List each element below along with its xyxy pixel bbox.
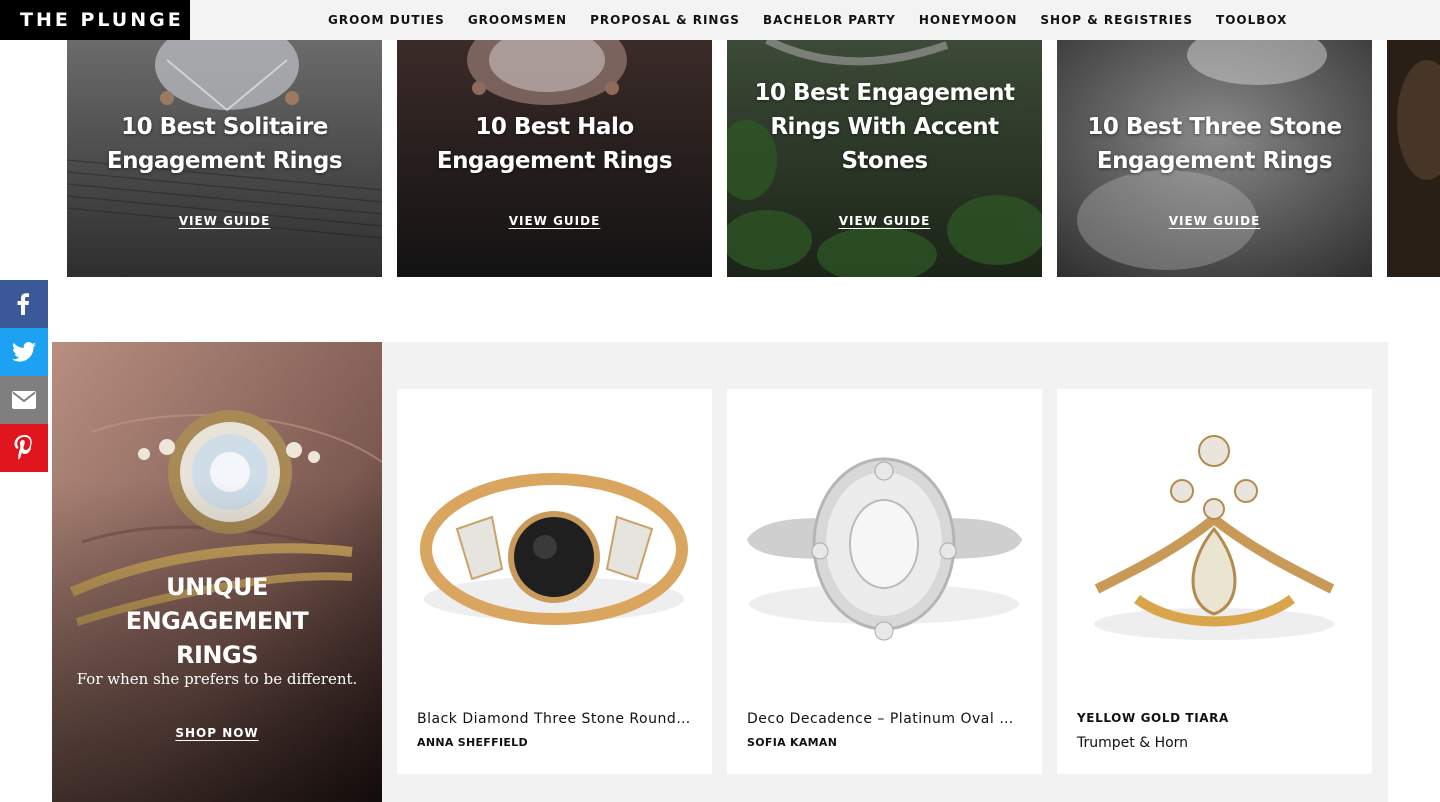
share-facebook-button[interactable] bbox=[0, 280, 48, 328]
view-guide-link[interactable]: VIEW GUIDE bbox=[1057, 214, 1372, 228]
site-logo[interactable]: THE PLUNGE bbox=[0, 0, 190, 40]
nav-toolbox[interactable]: TOOLBOX bbox=[1216, 13, 1287, 27]
view-guide-link[interactable]: VIEW GUIDE bbox=[727, 214, 1042, 228]
facebook-icon bbox=[17, 293, 29, 315]
nav-groom-duties[interactable]: GROOM DUTIES bbox=[328, 13, 445, 27]
product-card[interactable]: Deco Decadence – Platinum Oval Diamond R… bbox=[727, 389, 1042, 774]
guide-image-partial bbox=[1387, 40, 1440, 277]
shop-now-link[interactable]: SHOP NOW bbox=[52, 726, 382, 740]
email-icon bbox=[12, 391, 36, 409]
top-navigation-bar: THE PLUNGE GROOM DUTIES GROOMSMEN PROPOS… bbox=[0, 0, 1440, 40]
pinterest-icon bbox=[14, 435, 32, 460]
share-pinterest-button[interactable] bbox=[0, 424, 48, 472]
nav-shop-registries[interactable]: SHOP & REGISTRIES bbox=[1040, 13, 1193, 27]
main-nav: GROOM DUTIES GROOMSMEN PROPOSAL & RINGS … bbox=[328, 0, 1287, 40]
product-image-oval-diamond-ring bbox=[747, 457, 1022, 641]
guide-card-halo[interactable]: 10 Best Halo Engagement Rings VIEW GUIDE bbox=[397, 40, 712, 277]
guide-card-three-stone[interactable]: 10 Best Three Stone Engagement Rings VIEW… bbox=[1057, 40, 1372, 277]
product-name: Black Diamond Three Stone Round Engageme… bbox=[417, 711, 692, 727]
view-guide-link[interactable]: VIEW GUIDE bbox=[67, 214, 382, 228]
guide-title: 10 Best Halo Engagement Rings bbox=[436, 114, 673, 174]
nav-bachelor-party[interactable]: BACHELOR PARTY bbox=[763, 13, 896, 27]
nav-proposal-rings[interactable]: PROPOSAL & RINGS bbox=[590, 13, 740, 27]
product-name: YELLOW GOLD TIARA bbox=[1077, 711, 1229, 725]
guide-card-partial[interactable] bbox=[1387, 40, 1440, 277]
nav-groomsmen[interactable]: GROOMSMEN bbox=[468, 13, 567, 27]
product-image-black-diamond-ring bbox=[420, 473, 688, 625]
guide-card-solitaire[interactable]: 10 Best Solitaire Engagement Rings VIEW G… bbox=[67, 40, 382, 277]
product-brand: ANNA SHEFFIELD bbox=[417, 736, 528, 749]
guide-title: 10 Best Three Stone Engagement Rings bbox=[1087, 114, 1342, 174]
share-twitter-button[interactable] bbox=[0, 328, 48, 376]
twitter-icon bbox=[12, 342, 36, 362]
share-email-button[interactable] bbox=[0, 376, 48, 424]
product-brand: Trumpet & Horn bbox=[1077, 735, 1189, 751]
promo-title: UNIQUE ENGAGEMENT RINGS bbox=[125, 573, 309, 669]
product-image-tiara-ring bbox=[1094, 435, 1335, 640]
guide-title: 10 Best Engagement Rings With Accent Stone… bbox=[754, 80, 1015, 174]
product-card[interactable]: Black Diamond Three Stone Round Engageme… bbox=[397, 389, 712, 774]
product-name: Deco Decadence – Platinum Oval Diamond R… bbox=[747, 711, 1022, 727]
nav-honeymoon[interactable]: HONEYMOON bbox=[919, 13, 1018, 27]
product-brand: SOFIA KAMAN bbox=[747, 736, 838, 749]
guide-card-accent-stones[interactable]: 10 Best Engagement Rings With Accent Stone… bbox=[727, 40, 1042, 277]
guide-title: 10 Best Solitaire Engagement Rings bbox=[106, 114, 343, 174]
product-card[interactable]: YELLOW GOLD TIARA Trumpet & Horn bbox=[1057, 389, 1372, 774]
view-guide-link[interactable]: VIEW GUIDE bbox=[397, 214, 712, 228]
